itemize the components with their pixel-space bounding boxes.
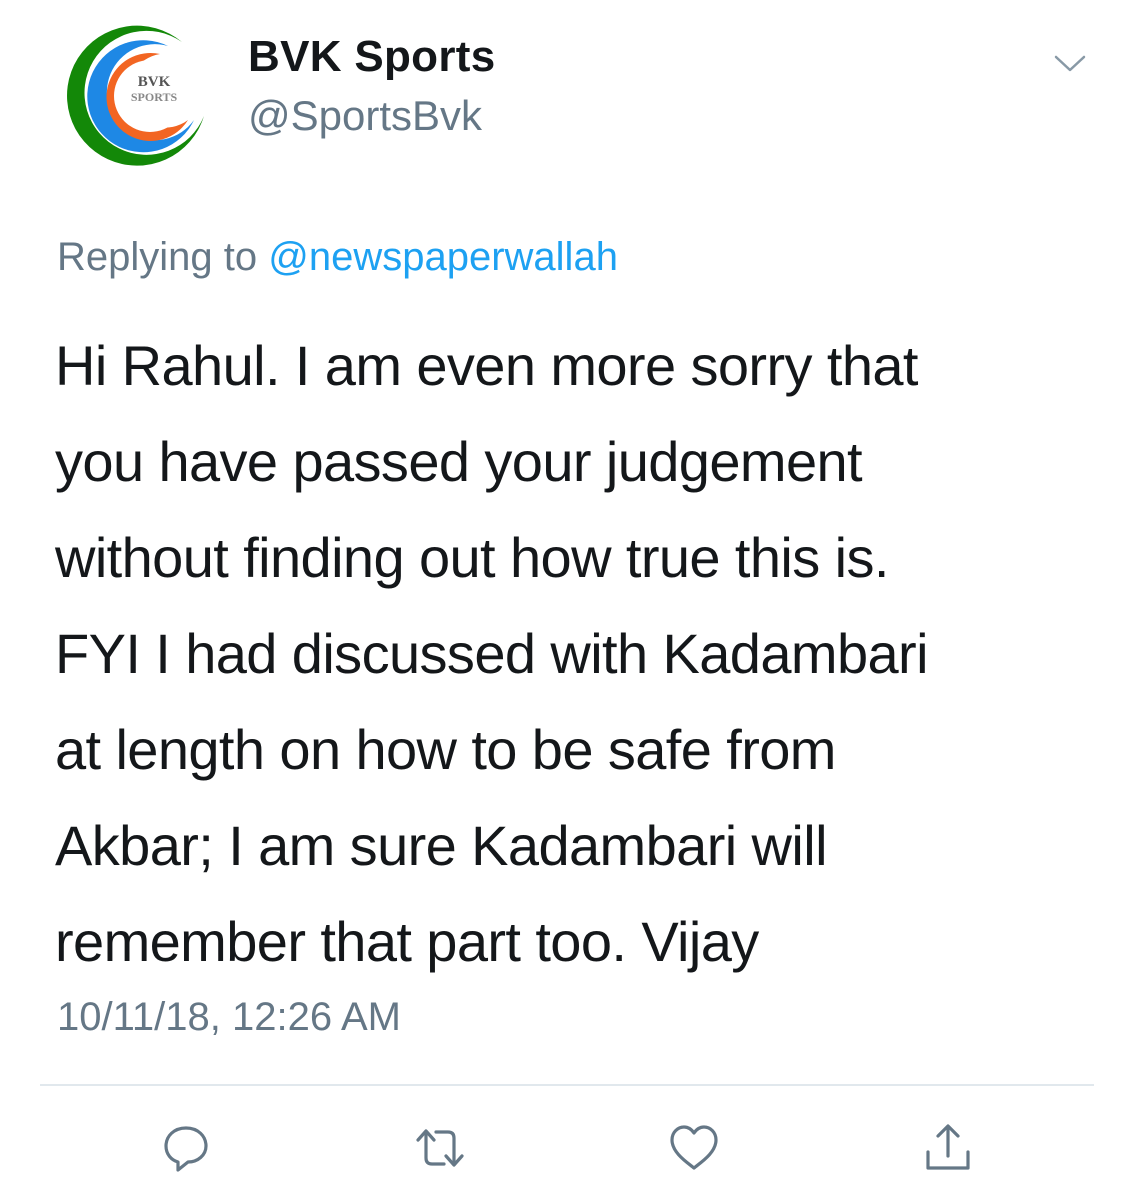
replying-to-label: Replying to xyxy=(57,235,258,279)
user-handle[interactable]: @SportsBvk xyxy=(248,92,482,140)
divider xyxy=(40,1084,1094,1086)
reply-icon xyxy=(164,1126,208,1172)
tweet-text: Hi Rahul. I am even more sorry that you … xyxy=(55,318,1095,990)
tweet-options-button[interactable] xyxy=(1050,48,1090,78)
avatar[interactable]: BVK SPORTS xyxy=(64,20,212,168)
tweet-text-line: Hi Rahul. I am even more sorry that xyxy=(55,334,918,397)
tweet-timestamp[interactable]: 10/11/18, 12:26 AM xyxy=(57,995,401,1040)
heart-icon xyxy=(670,1125,718,1170)
reply-mention-link[interactable]: @newspaperwallah xyxy=(268,235,618,279)
tweet-text-line: remember that part too. Vijay xyxy=(55,910,759,973)
logo-text-sports: SPORTS xyxy=(131,90,178,104)
bvk-sports-logo-icon: BVK SPORTS xyxy=(67,25,204,166)
share-button[interactable] xyxy=(920,1120,976,1176)
display-name[interactable]: BVK Sports xyxy=(248,32,495,82)
logo-text-bvk: BVK xyxy=(138,74,171,90)
reply-button[interactable] xyxy=(158,1120,214,1176)
tweet-text-line: at length on how to be safe from xyxy=(55,718,836,781)
like-button[interactable] xyxy=(666,1120,722,1176)
share-icon xyxy=(926,1124,970,1170)
tweet-text-line: without finding out how true this is. xyxy=(55,526,889,589)
retweet-icon xyxy=(416,1129,464,1167)
tweet-text-line: you have passed your judgement xyxy=(55,430,863,493)
tweet-text-line: Akbar; I am sure Kadambari will xyxy=(55,814,828,877)
chevron-down-icon xyxy=(1054,55,1086,72)
retweet-button[interactable] xyxy=(412,1120,468,1176)
tweet-text-line: FYI I had discussed with Kadambari xyxy=(55,622,929,685)
replying-to: Replying to @newspaperwallah xyxy=(57,235,618,280)
